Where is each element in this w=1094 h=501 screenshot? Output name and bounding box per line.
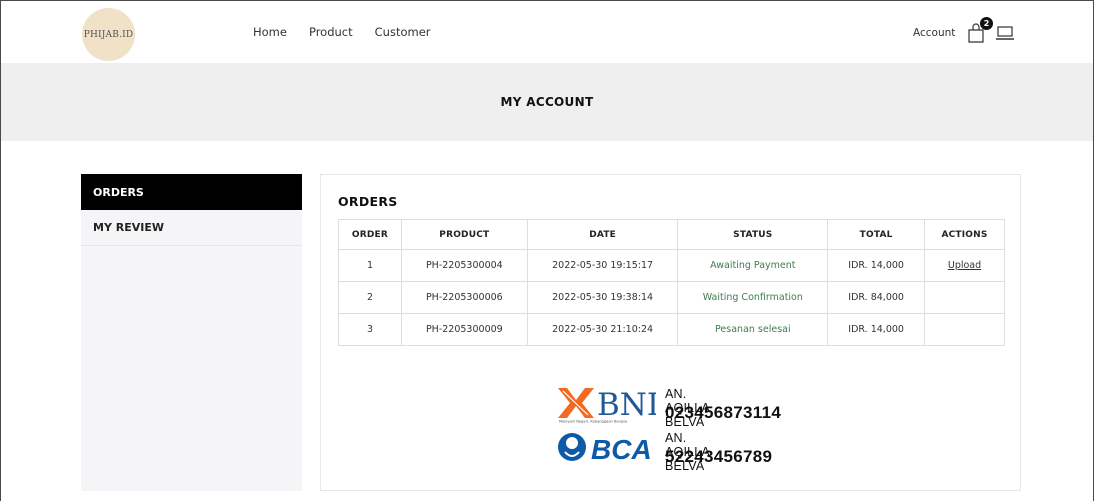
table-row: 1 PH-2205300004 2022-05-30 19:15:17 Awai… [338,249,1005,282]
nav-customer[interactable]: Customer [375,25,431,39]
sidebar-item-label: ORDERS [93,185,144,199]
site-logo[interactable]: PHIJAB.ID [82,8,135,61]
column-header-actions: ACTIONS [924,219,1005,250]
page-banner: MY ACCOUNT [1,63,1093,141]
order-actions [924,281,1005,314]
orders-table: ORDER PRODUCT DATE STATUS TOTAL ACTIONS … [338,219,1005,346]
sidebar-item-my-review[interactable]: MY REVIEW [81,210,302,246]
column-header-total: TOTAL [827,219,926,250]
table-header-row: ORDER PRODUCT DATE STATUS TOTAL ACTIONS [338,219,1005,250]
order-date: 2022-05-30 19:38:14 [526,281,679,314]
order-number: 1 [338,249,402,282]
bni-account-number: 023456873114 [665,403,782,422]
page-title: MY ACCOUNT [500,95,594,109]
upload-link[interactable]: Upload [948,260,981,271]
bca-brand-text: BCA [591,434,652,464]
order-date: 2022-05-30 21:10:24 [526,313,679,346]
bni-logo: BNI Melayani Negeri, Kebanggaan Bangsa [558,387,656,424]
laptop-icon[interactable] [995,24,1015,42]
sidebar-item-orders[interactable]: ORDERS [81,174,302,210]
order-status: Waiting Confirmation [677,281,829,314]
column-header-status: STATUS [677,219,829,250]
order-status: Pesanan selesai [677,313,829,346]
order-status: Awaiting Payment [677,249,829,282]
bni-tagline: Melayani Negeri, Kebanggaan Bangsa [559,420,627,424]
logo-text: PHIJAB.ID [83,29,134,40]
bca-account-number: 52243456789 [665,447,773,466]
column-header-date: DATE [526,219,679,250]
product-code: PH-2205300009 [400,313,528,346]
column-header-product: PRODUCT [400,219,528,250]
order-date: 2022-05-30 19:15:17 [526,249,679,282]
product-code: PH-2205300004 [400,249,528,282]
nav-home[interactable]: Home [253,25,287,39]
bni-brand-text: BNI [597,387,656,423]
order-actions [924,313,1005,346]
order-total: IDR. 14,000 [827,313,926,346]
cart-count-badge: 2 [980,17,993,30]
table-row: 3 PH-2205300009 2022-05-30 21:10:24 Pesa… [338,313,1005,346]
table-row: 2 PH-2205300006 2022-05-30 19:38:14 Wait… [338,281,1005,314]
orders-heading: ORDERS [338,194,398,209]
account-link[interactable]: Account [913,27,955,39]
product-code: PH-2205300006 [400,281,528,314]
column-header-order: ORDER [338,219,402,250]
sidebar-item-label: MY REVIEW [93,221,164,234]
account-sidebar: ORDERS MY REVIEW [81,174,302,491]
main-nav: Home Product Customer [253,25,431,39]
order-total: IDR. 84,000 [827,281,926,314]
nav-product[interactable]: Product [309,25,353,39]
bca-logo: BCA [558,433,652,464]
order-number: 2 [338,281,402,314]
order-total: IDR. 14,000 [827,249,926,282]
order-number: 3 [338,313,402,346]
order-actions: Upload [924,249,1005,282]
